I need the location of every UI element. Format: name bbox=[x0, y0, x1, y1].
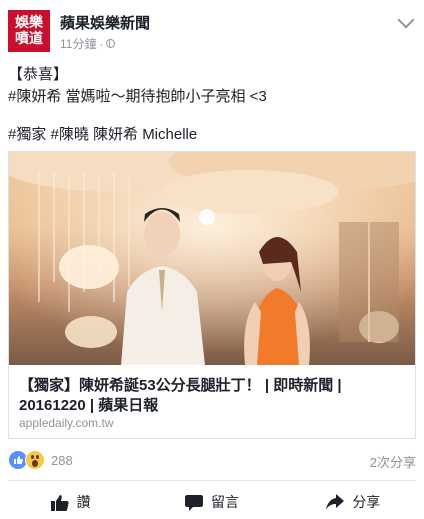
link-preview-card[interactable]: 【獨家】陳妍希誕53公分長腿壯丁！ | 即時新聞 | 20161220 | 蘋果… bbox=[8, 151, 416, 439]
wow-icon bbox=[25, 450, 45, 470]
thumbs-up-icon bbox=[50, 494, 69, 511]
share-button[interactable]: 分享 bbox=[283, 488, 424, 516]
like-label: 讚 bbox=[76, 494, 91, 510]
post-line: #陳妍希 當媽啦～期待抱帥小子亮相 <3 bbox=[8, 88, 267, 105]
comment-button[interactable]: 留言 bbox=[141, 488, 282, 516]
link-preview-image[interactable] bbox=[9, 152, 415, 365]
post-time[interactable]: 11分鐘 bbox=[60, 35, 96, 52]
like-button[interactable]: 讚 bbox=[0, 488, 141, 516]
reactions-summary[interactable]: 288 bbox=[8, 450, 73, 470]
comment-label: 留言 bbox=[210, 494, 239, 510]
chevron-down-icon[interactable] bbox=[397, 11, 415, 29]
share-arrow-icon bbox=[326, 494, 345, 510]
comment-icon bbox=[184, 494, 203, 511]
post-line: 【恭喜】 bbox=[8, 66, 69, 83]
link-domain: appledaily.com.tw bbox=[19, 416, 114, 430]
avatar-text-top: 娛樂 bbox=[15, 15, 43, 31]
share-count[interactable]: 2次分享 bbox=[370, 452, 416, 471]
post-header: 娛樂 噴道 蘋果娛樂新聞 11分鐘 · bbox=[8, 10, 416, 56]
share-label: 分享 bbox=[352, 494, 381, 510]
action-bar: 讚 留言 分享 bbox=[0, 488, 424, 516]
post-text: 【恭喜】 #陳妍希 當媽啦～期待抱帥小子亮相 <3 #獨家 #陳曉 陳妍希 Mi… bbox=[8, 64, 416, 146]
page-avatar[interactable]: 娛樂 噴道 bbox=[8, 10, 50, 52]
link-title[interactable]: 【獨家】陳妍希誕53公分長腿壯丁！ | 即時新聞 | 20161220 | 蘋果… bbox=[19, 376, 399, 416]
wedding-photo bbox=[9, 152, 415, 365]
avatar-text-bottom: 噴道 bbox=[15, 31, 43, 47]
reaction-count[interactable]: 288 bbox=[51, 453, 73, 468]
post-meta: 11分鐘 · bbox=[60, 35, 116, 52]
globe-icon bbox=[106, 39, 116, 48]
page-name[interactable]: 蘋果娛樂新聞 bbox=[60, 12, 150, 33]
meta-separator: · bbox=[99, 36, 104, 51]
divider bbox=[8, 480, 416, 481]
post-line: #獨家 #陳曉 陳妍希 Michelle bbox=[8, 126, 198, 143]
